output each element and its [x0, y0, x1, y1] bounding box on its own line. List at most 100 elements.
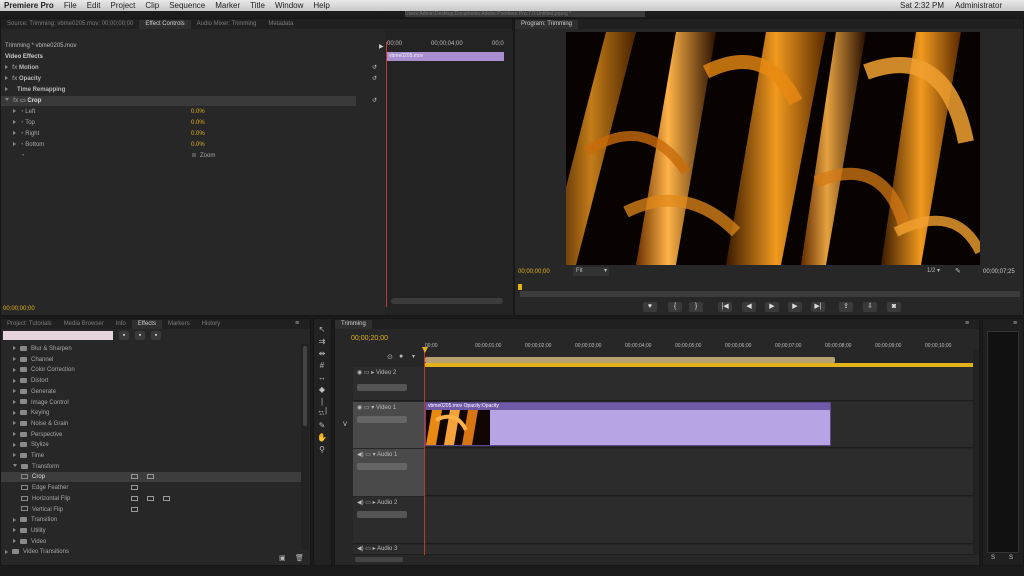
- expand-icon[interactable]: [13, 142, 16, 147]
- new-bin-icon[interactable]: ▣: [279, 554, 286, 562]
- lock-icon[interactable]: ▭: [365, 546, 371, 552]
- expand-icon[interactable]: [13, 389, 16, 394]
- effects-folder[interactable]: Keying: [1, 408, 301, 418]
- menu-help[interactable]: Help: [313, 1, 329, 10]
- marker-icon[interactable]: ●: [399, 353, 403, 360]
- effects-folder[interactable]: Video: [1, 537, 301, 547]
- track-controls[interactable]: [357, 511, 407, 518]
- user-menu[interactable]: Administrator: [955, 1, 1002, 10]
- speaker-icon[interactable]: ◀): [357, 452, 364, 458]
- effects-folder[interactable]: Color Correction: [1, 365, 301, 375]
- crop-top-row[interactable]: ◔ Top: [13, 118, 35, 128]
- collapse-icon[interactable]: [13, 463, 17, 469]
- effect-item[interactable]: Edge Feather: [1, 483, 301, 493]
- tab-audio-mixer[interactable]: Audio Mixer: Trimming: [191, 20, 263, 29]
- menu-sequence[interactable]: Sequence: [169, 1, 205, 10]
- chevron-down-icon[interactable]: ▾: [412, 353, 415, 360]
- crop-bottom-value[interactable]: 0.0%: [191, 140, 205, 150]
- slip-tool-icon[interactable]: |↔|: [317, 397, 327, 415]
- accelerated-effects-icon[interactable]: ▪: [119, 331, 129, 340]
- add-marker-button[interactable]: ♥: [643, 302, 657, 312]
- slide-tool-icon[interactable]: ⇔: [317, 409, 327, 418]
- effects-folder[interactable]: Image Control: [1, 398, 301, 408]
- clip-opacity-label[interactable]: Opacity:Opacity: [464, 403, 499, 409]
- effects-folder[interactable]: Channel: [1, 355, 301, 365]
- step-back-button[interactable]: ◀: [742, 302, 756, 312]
- expand-icon[interactable]: [13, 421, 16, 426]
- step-forward-button[interactable]: ▶: [788, 302, 802, 312]
- lock-icon[interactable]: ▭: [365, 500, 371, 506]
- clock[interactable]: Sat 2:32 PM: [900, 1, 944, 10]
- program-playhead[interactable]: [518, 284, 522, 290]
- menu-clip[interactable]: Clip: [145, 1, 159, 10]
- effects-folder[interactable]: Distort: [1, 376, 301, 386]
- audio-3-track[interactable]: ◀) ▭ ▸ Audio 3: [353, 545, 975, 555]
- menu-window[interactable]: Window: [275, 1, 303, 10]
- lock-icon[interactable]: ▭: [364, 405, 370, 411]
- menu-edit[interactable]: Edit: [87, 1, 101, 10]
- track-controls[interactable]: [357, 463, 407, 470]
- lift-button[interactable]: ⇪: [839, 302, 853, 312]
- play-button[interactable]: ▶: [765, 302, 779, 312]
- tab-effect-controls[interactable]: Effect Controls: [139, 20, 191, 29]
- expand-icon[interactable]: [13, 378, 16, 383]
- zoom-row[interactable]: Zoom: [192, 151, 215, 161]
- app-menu[interactable]: Premiere Pro: [4, 1, 54, 10]
- lock-icon[interactable]: ▭: [364, 370, 370, 376]
- effects-folder[interactable]: Transition: [1, 515, 301, 525]
- video-1-track[interactable]: ◉ ▭ ▾ Video 1 V vbme0205.mov Opacity:Opa…: [343, 402, 975, 448]
- eye-icon[interactable]: ◉: [357, 405, 362, 411]
- expand-icon[interactable]: [5, 549, 8, 554]
- expand-icon[interactable]: [13, 120, 16, 125]
- expand-icon[interactable]: [13, 346, 16, 351]
- v-target-label[interactable]: V: [343, 422, 347, 428]
- effects-scrollbar[interactable]: [301, 344, 309, 549]
- delete-icon[interactable]: 🗑: [295, 554, 304, 562]
- rolling-edit-tool-icon[interactable]: #: [317, 361, 327, 370]
- expand-icon[interactable]: [13, 399, 16, 404]
- panel-menu-icon[interactable]: ≡: [965, 320, 969, 327]
- track-select-tool-icon[interactable]: ⇉: [317, 337, 327, 346]
- effects-folder[interactable]: Noise & Grain: [1, 419, 301, 429]
- effects-folder[interactable]: Time: [1, 451, 301, 461]
- crop-top-value[interactable]: 0.0%: [191, 118, 205, 128]
- expand-icon[interactable]: [13, 442, 16, 447]
- menu-marker[interactable]: Marker: [215, 1, 240, 10]
- timeline-clip[interactable]: vbme0205.mov Opacity:Opacity: [425, 402, 831, 446]
- video-2-track[interactable]: ◉ ▭ ▸ Video 2: [353, 367, 975, 401]
- expand-icon[interactable]: [13, 539, 16, 544]
- effect-item[interactable]: Vertical Flip: [1, 505, 301, 515]
- go-to-in-button[interactable]: |◀: [718, 302, 732, 312]
- snap-icon[interactable]: ⊙: [387, 353, 393, 361]
- reset-icon[interactable]: ↺: [372, 74, 377, 84]
- ec-footer-timecode[interactable]: 00;00;00;00: [3, 304, 35, 314]
- export-frame-button[interactable]: ◙: [887, 302, 901, 312]
- crop-left-row[interactable]: ◔ Left: [13, 107, 35, 117]
- play-only-icon[interactable]: ▶: [379, 43, 384, 50]
- expand-icon[interactable]: [13, 131, 16, 136]
- expand-icon[interactable]: [13, 517, 16, 522]
- 32bit-effects-icon[interactable]: ▪: [135, 331, 145, 340]
- tab-program[interactable]: Program: Trimming: [515, 20, 579, 29]
- wrench-icon[interactable]: ✎: [955, 267, 961, 275]
- tab-effects[interactable]: Effects: [131, 320, 162, 329]
- extract-button[interactable]: ⇩: [863, 302, 877, 312]
- program-timecode[interactable]: 00;00;00;00: [518, 267, 550, 277]
- track-controls[interactable]: [357, 416, 407, 423]
- crop-right-value[interactable]: 0.0%: [191, 129, 205, 139]
- razor-tool-icon[interactable]: ◆: [317, 385, 327, 394]
- mark-out-button[interactable]: }: [689, 302, 703, 312]
- speaker-icon[interactable]: ◀): [357, 500, 364, 506]
- go-to-out-button[interactable]: ▶|: [811, 302, 825, 312]
- expand-icon[interactable]: [13, 109, 16, 114]
- track-controls[interactable]: [357, 384, 407, 391]
- checkbox[interactable]: [192, 153, 196, 157]
- stopwatch-icon[interactable]: ◔: [21, 151, 25, 161]
- ripple-edit-tool-icon[interactable]: ⇹: [317, 349, 327, 358]
- tab-media-browser[interactable]: Media Browser: [58, 320, 110, 329]
- mark-in-button[interactable]: {: [668, 302, 682, 312]
- speaker-icon[interactable]: ◀): [357, 546, 364, 552]
- audio-1-track[interactable]: ◀) ▭ ▾ Audio 1: [353, 449, 975, 496]
- motion-row[interactable]: fx Motion: [5, 63, 39, 73]
- lock-icon[interactable]: ▭: [365, 452, 371, 458]
